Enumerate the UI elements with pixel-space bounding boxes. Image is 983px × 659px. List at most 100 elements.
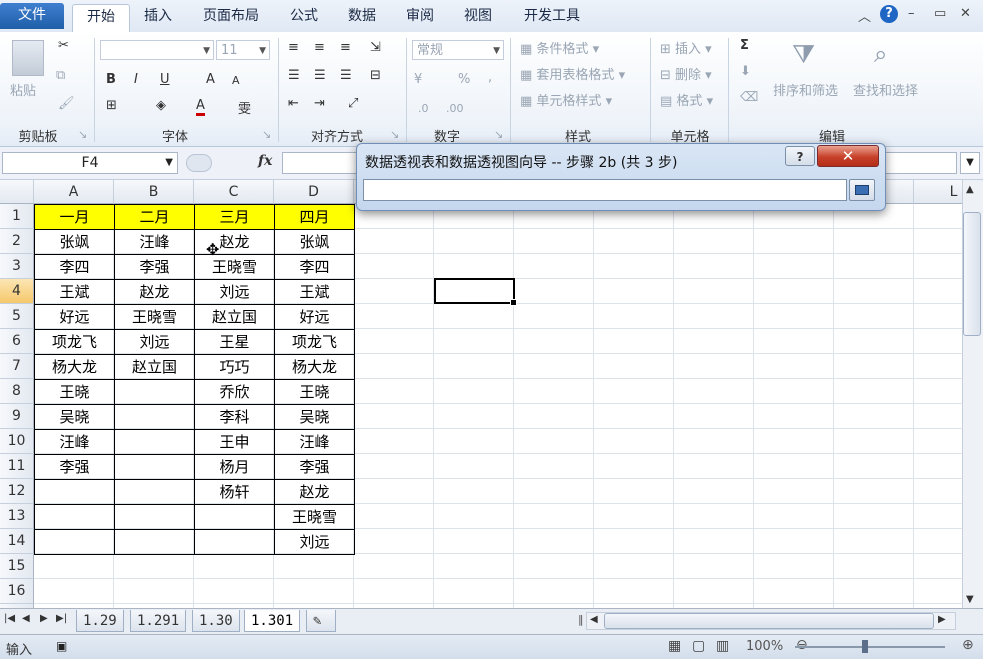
table-cell[interactable]: 刘远 bbox=[274, 529, 355, 555]
table-cell[interactable]: 王申 bbox=[194, 429, 275, 455]
table-header-cell[interactable]: 三月 bbox=[194, 204, 275, 230]
sheet-tab[interactable]: 1.29 bbox=[76, 610, 124, 632]
table-cell[interactable]: 赵立国 bbox=[194, 304, 275, 330]
tab-formulas[interactable]: 公式 bbox=[284, 4, 324, 30]
cell-styles-button[interactable]: ▦ 单元格样式 ▾ bbox=[520, 90, 612, 109]
row-header[interactable]: 15 bbox=[0, 554, 34, 579]
tab-developer[interactable]: 开发工具 bbox=[514, 4, 590, 30]
tab-page-layout[interactable]: 页面布局 bbox=[196, 4, 266, 30]
font-color-button[interactable]: A bbox=[196, 98, 205, 116]
paste-button[interactable]: 粘贴 bbox=[10, 80, 36, 99]
table-cell[interactable]: 张飒 bbox=[274, 229, 355, 255]
column-header[interactable]: D bbox=[274, 180, 354, 204]
close-icon[interactable]: ✕ bbox=[960, 6, 971, 21]
range-input[interactable] bbox=[363, 179, 847, 201]
sheet-tab[interactable]: 1.291 bbox=[130, 610, 187, 632]
percent-button[interactable]: % bbox=[458, 72, 470, 87]
column-header[interactable]: L bbox=[914, 180, 962, 204]
copy-icon[interactable]: ⧉ bbox=[56, 68, 65, 83]
currency-icon[interactable]: ¥ bbox=[414, 72, 422, 87]
comma-button[interactable]: , bbox=[488, 70, 492, 85]
scroll-right-icon[interactable]: ▶ bbox=[938, 614, 946, 625]
column-header[interactable]: B bbox=[114, 180, 194, 204]
number-launcher-icon[interactable]: ↘ bbox=[494, 128, 503, 141]
table-cell[interactable]: 乔欣 bbox=[194, 379, 275, 405]
tab-view[interactable]: 视图 bbox=[456, 4, 500, 30]
align-middle-icon[interactable]: ≡ bbox=[314, 40, 325, 55]
tab-insert[interactable]: 插入 bbox=[136, 4, 180, 30]
zoom-slider-thumb[interactable] bbox=[862, 640, 868, 653]
last-sheet-icon[interactable]: ▶| bbox=[56, 613, 67, 624]
decrease-decimal-button[interactable]: .00 bbox=[446, 102, 464, 115]
table-cell[interactable]: 吴晓 bbox=[34, 404, 115, 430]
table-cell[interactable]: 汪峰 bbox=[274, 429, 355, 455]
macro-record-icon[interactable]: ▣ bbox=[56, 639, 67, 653]
page-break-view-icon[interactable]: ▥ bbox=[716, 638, 729, 654]
fill-color-icon[interactable]: ◈ bbox=[156, 98, 166, 113]
table-cell[interactable]: 杨大龙 bbox=[34, 354, 115, 380]
table-cell[interactable]: 巧巧 bbox=[194, 354, 275, 380]
horizontal-scroll-thumb[interactable] bbox=[604, 613, 934, 629]
table-cell[interactable]: 李强 bbox=[34, 454, 115, 480]
sheet-tab-active[interactable]: 1.301 bbox=[244, 610, 301, 632]
wrap-text-icon[interactable]: ⇲ bbox=[370, 40, 381, 55]
column-header[interactable]: A bbox=[34, 180, 114, 204]
table-cell[interactable]: 刘远 bbox=[114, 329, 195, 355]
shrink-font-button[interactable]: A bbox=[232, 74, 240, 87]
table-cell[interactable]: 王晓雪 bbox=[274, 504, 355, 530]
fill-icon[interactable]: ⬇ bbox=[740, 64, 751, 79]
table-cell[interactable] bbox=[34, 504, 115, 530]
table-cell[interactable]: 汪峰 bbox=[114, 229, 195, 255]
alignment-launcher-icon[interactable]: ↘ bbox=[390, 128, 399, 141]
vertical-scroll-thumb[interactable] bbox=[963, 212, 981, 336]
row-header[interactable]: 13 bbox=[0, 504, 34, 529]
table-cell[interactable]: 王晓 bbox=[34, 379, 115, 405]
format-painter-icon[interactable]: 🖌 bbox=[58, 96, 75, 111]
row-header[interactable]: 7 bbox=[0, 354, 34, 379]
table-cell[interactable]: 张飒 bbox=[34, 229, 115, 255]
table-cell[interactable]: 项龙飞 bbox=[274, 329, 355, 355]
help-icon[interactable]: ? bbox=[880, 5, 898, 23]
dialog-close-icon[interactable]: ✕ bbox=[817, 145, 879, 167]
increase-decimal-button[interactable]: .0 bbox=[418, 102, 429, 115]
merge-center-icon[interactable]: ⊟ bbox=[370, 68, 381, 83]
font-name-combo[interactable]: ▼ bbox=[100, 40, 214, 60]
format-cells-button[interactable]: ▤ 格式 ▾ bbox=[660, 90, 713, 109]
table-cell[interactable]: 项龙飞 bbox=[34, 329, 115, 355]
zoom-out-icon[interactable]: ⊖ bbox=[796, 637, 808, 653]
chevron-down-icon[interactable]: ▼ bbox=[165, 153, 173, 173]
table-cell[interactable]: 王晓 bbox=[274, 379, 355, 405]
scroll-down-icon[interactable]: ▼ bbox=[966, 594, 974, 605]
expand-dialog-icon[interactable] bbox=[849, 179, 875, 201]
prev-sheet-icon[interactable]: ◀ bbox=[22, 613, 30, 624]
align-left-icon[interactable]: ☰ bbox=[288, 68, 300, 83]
underline-button[interactable]: U bbox=[160, 72, 170, 87]
table-cell[interactable] bbox=[114, 529, 195, 555]
table-cell[interactable]: 王斌 bbox=[274, 279, 355, 305]
align-top-icon[interactable]: ≡ bbox=[288, 40, 299, 55]
normal-view-icon[interactable]: ▦ bbox=[668, 638, 681, 654]
find-select-button[interactable]: 查找和选择 bbox=[853, 80, 918, 99]
row-header[interactable]: 4 bbox=[0, 279, 34, 304]
table-cell[interactable]: 吴晓 bbox=[274, 404, 355, 430]
worksheet-grid[interactable]: ABCDL 1234567891011121314151617 一月张飒李四王斌… bbox=[0, 180, 962, 608]
row-header[interactable]: 12 bbox=[0, 479, 34, 504]
table-cell[interactable]: 李强 bbox=[274, 454, 355, 480]
table-cell[interactable] bbox=[114, 429, 195, 455]
sort-filter-button[interactable]: 排序和筛选 bbox=[773, 80, 838, 99]
next-sheet-icon[interactable]: ▶ bbox=[40, 613, 48, 624]
table-header-cell[interactable]: 四月 bbox=[274, 204, 355, 230]
row-header[interactable]: 2 bbox=[0, 229, 34, 254]
phonetic-button[interactable]: 雯 bbox=[238, 98, 251, 117]
table-cell[interactable]: 好远 bbox=[34, 304, 115, 330]
table-cell[interactable]: 王晓雪 bbox=[114, 304, 195, 330]
cut-icon[interactable]: ✂ bbox=[58, 38, 69, 53]
delete-cells-button[interactable]: ⊟ 删除 ▾ bbox=[660, 64, 712, 83]
table-cell[interactable]: 杨大龙 bbox=[274, 354, 355, 380]
decrease-indent-icon[interactable]: ⇤ bbox=[288, 96, 299, 111]
name-box[interactable]: F4 ▼ bbox=[2, 152, 178, 174]
table-cell[interactable] bbox=[114, 404, 195, 430]
zoom-in-icon[interactable]: ⊕ bbox=[962, 637, 974, 653]
table-cell[interactable]: 王斌 bbox=[34, 279, 115, 305]
table-cell[interactable] bbox=[194, 504, 275, 530]
